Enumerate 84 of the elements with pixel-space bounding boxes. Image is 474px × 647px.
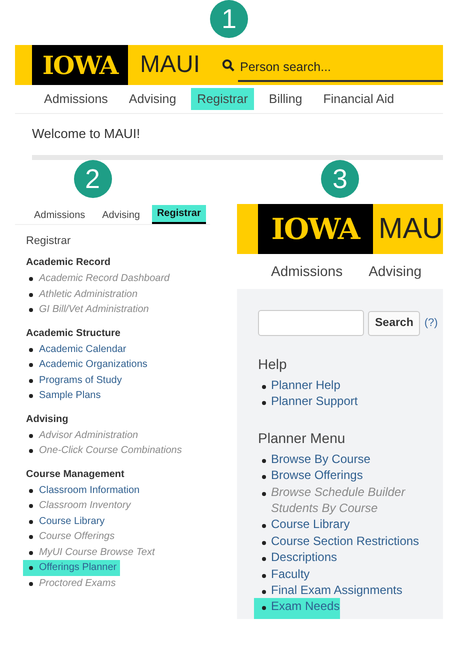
bullet-icon (29, 378, 33, 382)
nav-tab[interactable]: Admissions (271, 263, 343, 279)
step-number-badge: 3 (321, 160, 359, 198)
search-field[interactable]: Person search... (222, 45, 443, 85)
menu-link[interactable]: Planner Support (271, 393, 358, 410)
bullet-icon (29, 566, 33, 570)
bullet-icon (29, 277, 33, 281)
menu-link[interactable]: Programs of Study (39, 372, 122, 388)
bullet-icon (262, 385, 266, 389)
menu-link[interactable]: Academic Calendar (39, 342, 126, 357)
menu-link[interactable]: Descriptions (271, 549, 338, 566)
bullet-icon (262, 458, 266, 463)
menu-link[interactable]: Exam Needs (271, 598, 340, 615)
menu-text: MyUI Course Browse Text (39, 546, 155, 560)
search-button[interactable]: Search (368, 310, 420, 336)
menu-link[interactable]: Browse Offerings (271, 467, 363, 484)
menu-text: Proctored Exams (39, 576, 116, 590)
nav-tab[interactable]: Admissions (38, 88, 114, 110)
step-number-badge: 1 (210, 0, 248, 38)
menu-link[interactable]: Sample Plans (39, 388, 101, 404)
nav-tab[interactable]: Registrar (152, 205, 206, 224)
bullet-icon (29, 394, 33, 398)
bullet-icon (29, 488, 33, 492)
menu-text: Athletic Administration (39, 288, 138, 302)
bullet-icon (262, 475, 266, 480)
bullet-icon (29, 520, 33, 524)
bullet-icon (29, 308, 33, 312)
app-title: MAU (378, 212, 443, 246)
nav-tab[interactable]: Advising (122, 88, 182, 110)
section-heading: Help (258, 356, 288, 372)
menu-link[interactable]: Browse By Course (271, 450, 370, 468)
bullet-icon (262, 557, 266, 562)
search-field[interactable] (258, 310, 364, 336)
nav-tab[interactable]: Financial Aid (317, 88, 400, 110)
menu-link[interactable]: Faculty (271, 566, 310, 582)
bullet-icon (262, 492, 266, 496)
bullet-icon (262, 606, 266, 610)
section-heading: Advising (26, 414, 70, 424)
menu-link[interactable]: Course Library (271, 516, 350, 533)
menu-link[interactable]: Planner Help (271, 377, 340, 394)
nav-tab[interactable]: Admissions (29, 207, 90, 224)
menu-text: Course Offerings (39, 530, 115, 544)
menu-text: Browse Schedule Builder Students By Course (271, 484, 406, 516)
logo[interactable]: IOWA (32, 45, 128, 85)
section-heading: Planner Menu (258, 430, 346, 446)
bullet-icon (29, 363, 33, 367)
page-title: Registrar (25, 234, 72, 247)
bullet-icon (29, 550, 33, 554)
menu-link[interactable]: Classroom Information (39, 482, 140, 498)
bullet-icon (29, 449, 33, 453)
bullet-icon (29, 292, 33, 296)
logo[interactable]: IOWA (258, 204, 373, 254)
help-link[interactable]: (?) (424, 317, 438, 329)
bullet-icon (29, 535, 33, 539)
menu-link[interactable]: Offerings Planner (39, 560, 117, 576)
bullet-icon (262, 401, 266, 406)
section-heading: Course Management (26, 468, 126, 480)
menu-link[interactable]: Course Section Restrictions (271, 532, 420, 550)
welcome-text: Welcome to MAUI! (31, 125, 142, 143)
menu-link[interactable]: Academic Organizations (39, 357, 148, 372)
menu-text: One-Click Course Combinations (39, 444, 182, 458)
bullet-icon (262, 574, 266, 578)
bullet-icon (29, 582, 33, 586)
menu-text: Classroom Inventory (39, 499, 131, 513)
menu-text: GI Bill/Vet Administration (39, 303, 149, 317)
search-icon (222, 58, 235, 72)
bullet-icon (262, 590, 266, 594)
bullet-icon (29, 348, 33, 352)
bullet-icon (262, 524, 266, 528)
nav-tab[interactable]: Advising (97, 207, 145, 224)
nav-tab[interactable]: Advising (368, 263, 422, 279)
menu-link[interactable]: Final Exam Assignments (271, 582, 402, 598)
menu-text: Advisor Administration (39, 428, 138, 442)
bullet-icon (29, 504, 33, 508)
nav-tab[interactable]: Registrar (191, 88, 254, 110)
section-heading: Academic Record (26, 257, 112, 268)
bullet-icon (29, 434, 33, 438)
menu-link[interactable]: Course Library (39, 514, 105, 529)
section-heading: Academic Structure (26, 328, 122, 338)
menu-text: Academic Record Dashboard (39, 272, 170, 286)
bullet-icon (262, 540, 266, 545)
step-number-badge: 2 (74, 160, 112, 198)
nav-tab[interactable]: Billing (262, 88, 308, 110)
app-title: MAUI (140, 50, 201, 80)
